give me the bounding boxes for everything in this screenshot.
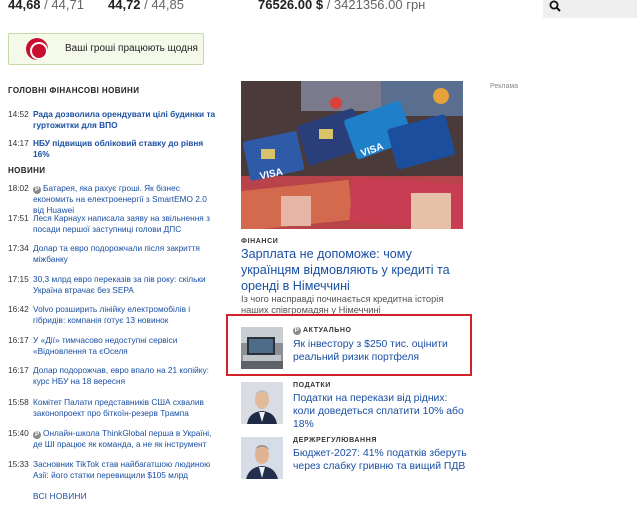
article-thumb-investor[interactable]	[241, 327, 283, 369]
article-thumb-taxes[interactable]	[241, 382, 283, 424]
side-category-3: ДЕРЖРЕГУЛЮВАННЯ	[293, 437, 377, 444]
rate-btc: 76526.00 $ / 3421356.00 грн	[258, 0, 425, 12]
news-time: 15:40	[8, 428, 29, 438]
news-headline[interactable]: Засновник TikTok став найбагатшою людино…	[33, 459, 218, 481]
credit-cards-photo: VISA VISA	[241, 81, 463, 229]
search-icon	[549, 0, 561, 12]
hero-category: ФІНАНСИ	[241, 238, 279, 245]
news-headline[interactable]: Долар подорожчав, евро впало на 21 копій…	[33, 365, 218, 387]
news-headline[interactable]: Леся Карнаух написала заяву на звільненн…	[33, 213, 218, 235]
news-headline[interactable]: НБУ підвищив обліковий ставку до рівня 1…	[33, 138, 218, 160]
rate-eur-buy: 44,72	[108, 0, 141, 12]
news-time: 15:33	[8, 459, 29, 469]
search-button[interactable]	[543, 0, 637, 18]
news-headline[interactable]: Volvo розширить лінійку електромобілів і…	[33, 304, 218, 326]
news-headline[interactable]: Долар та евро подорожчали після закриття…	[33, 243, 218, 265]
side-category-1: P АКТУАЛЬНО	[293, 327, 352, 335]
news-time: 18:02	[8, 183, 29, 193]
news-time: 14:17	[8, 138, 29, 148]
hero-image[interactable]: VISA VISA	[241, 81, 463, 229]
laptop-photo	[241, 327, 283, 369]
article-thumb-budget[interactable]	[241, 437, 283, 479]
bank-logo-icon	[26, 38, 48, 60]
promo-text: Ваші гроші працюють щодня	[65, 43, 198, 54]
rate-eur: 44,72 / 44,85	[108, 0, 184, 12]
premium-badge-icon: P	[293, 327, 301, 335]
hero-lead: Із чого насправді починається кредитна і…	[241, 294, 444, 315]
side-category-2: ПОДАТКИ	[293, 382, 331, 389]
news-time: 17:15	[8, 274, 29, 284]
side-title-1[interactable]: Як інвестору з $250 тис. оцінити реальни…	[293, 338, 468, 364]
promo-banner[interactable]: Ваші гроші працюють щодня	[8, 33, 204, 65]
rate-btc-usd: 76526.00 $	[258, 0, 324, 12]
hero-title[interactable]: Зарплата не допоможе: чому українцям від…	[241, 246, 463, 294]
rate-usd-buy: 44,68	[8, 0, 41, 12]
news-time: 16:17	[8, 365, 29, 375]
person-photo-2	[241, 437, 283, 479]
news-headline[interactable]: Рада дозволила орендувати цілі будинки т…	[33, 109, 218, 131]
rate-eur-sell: 44,85	[151, 0, 184, 12]
news-headline[interactable]: 30,3 млрд евро переказів за пів року: ск…	[33, 274, 218, 296]
rate-usd: 44,68 / 44,71	[8, 0, 84, 12]
rate-btc-uah: 3421356.00 грн	[333, 0, 426, 12]
main-news-heading: ГОЛОВНІ ФІНАНСОВІ НОВИНИ	[8, 86, 140, 95]
currency-bar: 44,68 / 44,71 44,72 / 44,85 76526.00 $ /…	[0, 0, 637, 18]
premium-badge-icon: P	[33, 186, 41, 194]
news-time: 15:58	[8, 397, 29, 407]
news-time: 16:17	[8, 335, 29, 345]
side-title-2[interactable]: Податки на перекази від рідних: коли дов…	[293, 392, 468, 431]
news-headline[interactable]: Комітет Палати представників США схвалив…	[33, 397, 218, 419]
ad-label: Реклама	[490, 83, 519, 90]
premium-badge-icon: P	[33, 431, 41, 439]
news-time: 17:34	[8, 243, 29, 253]
news-headline[interactable]: P Онлайн-школа ThinkGlobal перша в Україн…	[33, 428, 218, 450]
news-time: 17:51	[8, 213, 29, 223]
person-photo-1	[241, 382, 283, 424]
news-time: 14:52	[8, 109, 29, 119]
news-headline[interactable]: У «Дії» тимчасово недоступні сервіси «Ві…	[33, 335, 218, 357]
rate-usd-sell: 44,71	[51, 0, 84, 12]
news-heading: НОВИНИ	[8, 166, 46, 175]
all-news-link[interactable]: ВСІ НОВИНИ	[33, 491, 87, 501]
news-time: 16:42	[8, 304, 29, 314]
side-title-3[interactable]: Бюджет-2027: 41% податків зберуть через …	[293, 447, 468, 473]
news-headline[interactable]: P Батарея, яка рахує гроші. Як бізнес еко…	[33, 183, 218, 216]
